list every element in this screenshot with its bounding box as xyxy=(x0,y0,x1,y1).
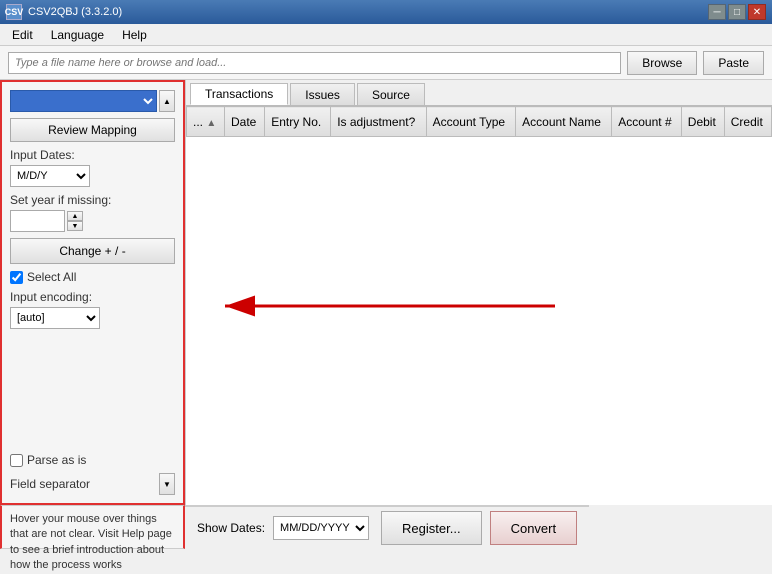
paste-button[interactable]: Paste xyxy=(703,51,764,75)
scroll-up-button[interactable]: ▲ xyxy=(159,90,175,112)
set-year-section: Set year if missing: 2018 ▲ ▼ xyxy=(10,193,175,232)
input-dates-section: Input Dates: M/D/Y xyxy=(10,148,175,187)
col-credit[interactable]: Credit xyxy=(724,107,771,137)
tab-source[interactable]: Source xyxy=(357,83,425,105)
transactions-table: ... ▲ Date Entry No. Is adjustment? Acco… xyxy=(186,106,772,137)
select-all-label: Select All xyxy=(27,270,76,284)
help-text: Hover your mouse over things that are no… xyxy=(10,513,172,571)
col-entry-no[interactable]: Entry No. xyxy=(265,107,331,137)
col-account-hash[interactable]: Account # xyxy=(612,107,682,137)
maximize-button[interactable]: □ xyxy=(728,4,746,20)
title-bar: CSV CSV2QBJ (3.3.2.0) ─ □ ✕ xyxy=(0,0,772,24)
set-year-label: Set year if missing: xyxy=(10,193,175,207)
parse-as-is-checkbox[interactable] xyxy=(10,454,23,467)
menu-help[interactable]: Help xyxy=(114,26,155,44)
review-mapping-button[interactable]: Review Mapping xyxy=(10,118,175,142)
show-dates-select[interactable]: MM/DD/YYYY xyxy=(273,516,369,540)
bottom-row: Hover your mouse over things that are no… xyxy=(0,505,772,549)
tab-issues[interactable]: Issues xyxy=(290,83,355,105)
right-panel: Transactions Issues Source ... ▲ Date xyxy=(185,80,772,505)
convert-button[interactable]: Convert xyxy=(490,511,578,545)
show-dates-label: Show Dates: xyxy=(197,521,265,535)
year-spinner-buttons: ▲ ▼ xyxy=(67,211,83,231)
menu-edit[interactable]: Edit xyxy=(4,26,41,44)
bottom-bar: Show Dates: MM/DD/YYYY Register... Conve… xyxy=(185,505,589,549)
parse-as-is-label: Parse as is xyxy=(27,453,86,467)
year-input[interactable]: 2018 xyxy=(10,210,65,232)
register-button[interactable]: Register... xyxy=(381,511,482,545)
col-is-adjustment[interactable]: Is adjustment? xyxy=(331,107,426,137)
app-title: CSV2QBJ (3.3.2.0) xyxy=(28,6,122,18)
bottom-buttons: Register... Convert xyxy=(381,511,577,545)
encoding-section: Input encoding: [auto] xyxy=(10,290,175,329)
sort-icon: ▲ xyxy=(206,118,216,129)
menu-bar: Edit Language Help xyxy=(0,24,772,46)
main-area: ▲ Review Mapping Input Dates: M/D/Y Set … xyxy=(0,80,772,505)
menu-language[interactable]: Language xyxy=(43,26,112,44)
source-dropdown-row: ▲ xyxy=(10,90,175,112)
encoding-select[interactable]: [auto] xyxy=(10,307,100,329)
minimize-button[interactable]: ─ xyxy=(708,4,726,20)
left-panel: ▲ Review Mapping Input Dates: M/D/Y Set … xyxy=(0,80,185,505)
change-button[interactable]: Change + / - xyxy=(10,238,175,264)
browse-button[interactable]: Browse xyxy=(627,51,697,75)
tabs-bar: Transactions Issues Source xyxy=(186,80,772,106)
close-button[interactable]: ✕ xyxy=(748,4,766,20)
encoding-label: Input encoding: xyxy=(10,290,175,304)
date-format-select[interactable]: M/D/Y xyxy=(10,165,90,187)
window-controls: ─ □ ✕ xyxy=(708,4,766,20)
year-decrement-button[interactable]: ▼ xyxy=(67,221,83,231)
arrow-annotation xyxy=(215,266,595,346)
select-all-checkbox[interactable] xyxy=(10,271,23,284)
help-text-area: Hover your mouse over things that are no… xyxy=(0,505,185,549)
table-area: ... ▲ Date Entry No. Is adjustment? Acco… xyxy=(186,106,772,505)
col-debit[interactable]: Debit xyxy=(681,107,724,137)
tab-transactions[interactable]: Transactions xyxy=(190,83,288,105)
year-increment-button[interactable]: ▲ xyxy=(67,211,83,221)
app-icon: CSV xyxy=(6,4,22,20)
file-bar: Browse Paste xyxy=(0,46,772,80)
parse-as-is-row: Parse as is xyxy=(10,453,175,467)
col-account-name[interactable]: Account Name xyxy=(516,107,612,137)
field-separator-label: Field separator xyxy=(10,477,90,491)
show-dates-section: Show Dates: MM/DD/YYYY xyxy=(197,516,369,540)
file-path-input[interactable] xyxy=(8,52,621,74)
col-account-type[interactable]: Account Type xyxy=(426,107,516,137)
field-sep-dropdown-arrow[interactable]: ▼ xyxy=(159,473,175,495)
col-indicator[interactable]: ... ▲ xyxy=(187,107,225,137)
input-dates-label: Input Dates: xyxy=(10,148,175,162)
field-separator-row: Field separator ▼ xyxy=(10,473,175,495)
select-all-row: Select All xyxy=(10,270,175,284)
source-dropdown[interactable] xyxy=(10,90,157,112)
col-date[interactable]: Date xyxy=(225,107,265,137)
